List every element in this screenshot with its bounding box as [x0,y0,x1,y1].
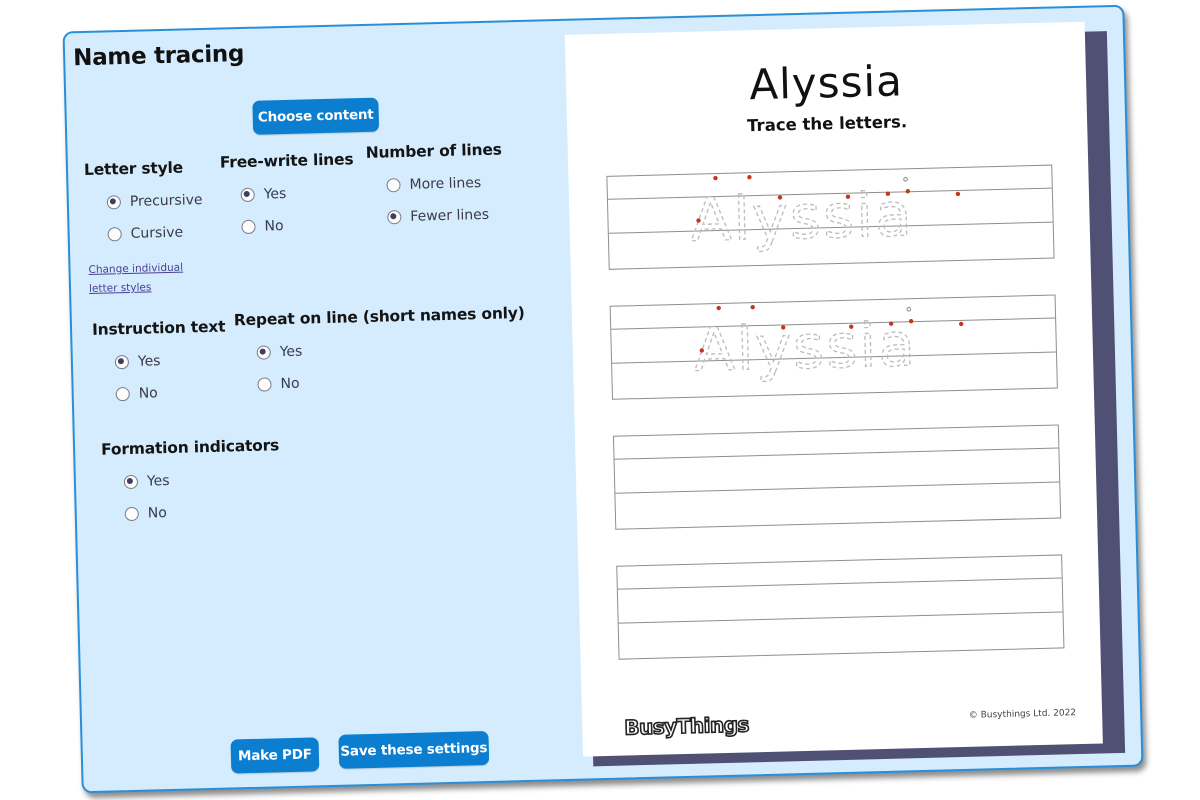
radio-checked-icon [123,474,139,490]
radio-unchecked-icon [115,386,130,402]
dotted-name-text: Alyssia [693,310,918,386]
handwriting-line-set [612,424,1062,530]
traced-name: Alyssia [692,304,964,386]
preview-name-heading: Alyssia [748,56,904,110]
formation-start-dot [959,321,964,327]
save-settings-button[interactable]: Save these settings [338,731,490,769]
radio-label: No [264,218,284,235]
more-lines-radio[interactable]: More lines [386,175,481,193]
repeat-on-line-label: Repeat on line (short names only) [233,303,525,330]
link-line-2: letter styles [88,281,152,295]
change-letter-styles-link[interactable]: Change individual letter styles [88,259,183,299]
radio-label: More lines [409,175,482,193]
repeat-yes-radio[interactable]: Yes [256,343,303,361]
handwriting-line-set [616,554,1065,660]
formation-indicators-label: Formation indicators [100,436,280,459]
letter-style-label: Letter style [83,158,184,180]
radio-checked-icon [387,210,402,225]
radio-label: Yes [146,472,170,490]
formation-yes-radio[interactable]: Yes [123,472,170,490]
guide-rule [618,611,1063,624]
radio-label: Yes [263,185,287,203]
radio-checked-icon [114,354,130,370]
fewer-lines-radio[interactable]: Fewer lines [387,207,489,226]
formation-start-dot [747,175,752,180]
name-tracing-window: Name tracing Choose content Letter style… [62,4,1144,794]
guide-rule [614,447,1059,460]
radio-label: Precursive [129,192,203,210]
busythings-logo: BusyThings [623,712,750,741]
formation-start-dot [955,191,961,197]
instruction-text-label: Instruction text [91,317,226,339]
radio-unchecked-icon [107,227,122,242]
preview-instruction: Trace the letters. [746,112,908,136]
handwriting-lines: Alyssia Alyssia [565,22,1085,660]
formation-start-dot [716,305,721,311]
handwriting-line-set: Alyssia [606,164,1055,270]
instruction-text-no-radio[interactable]: No [115,385,158,402]
choose-content-button[interactable]: Choose content [252,97,380,135]
guide-rule [615,481,1060,494]
make-pdf-button[interactable]: Make PDF [230,737,320,774]
radio-checked-icon [106,195,122,210]
radio-unchecked-icon [241,219,256,235]
worksheet-preview: Alyssia Trace the letters. Alyssia Alyssi… [564,21,1103,757]
traced-name: Alyssia [689,175,961,256]
settings-panel: Name tracing Choose content Letter style… [62,4,1144,794]
radio-label: No [147,505,167,522]
free-write-lines-label: Free-write lines [219,150,354,172]
radio-checked-icon [240,187,255,203]
guide-rule [617,577,1062,590]
formation-no-radio[interactable]: No [124,505,167,522]
dotted-name-text: Alyssia [690,180,915,256]
free-write-no-radio[interactable]: No [241,218,284,235]
radio-label: Fewer lines [410,206,490,225]
page-title: Name tracing [72,40,245,72]
formation-start-dot [750,304,755,310]
repeat-no-radio[interactable]: No [257,375,300,393]
radio-label: No [138,385,158,402]
number-of-lines-label: Number of lines [365,140,502,162]
radio-label: Cursive [130,224,184,242]
copyright-text: © Busythings Ltd. 2022 [968,708,1077,721]
radio-unchecked-icon [386,178,401,193]
formation-start-dot [713,175,718,181]
link-line-1: Change individual [88,261,184,276]
letter-style-precursive-radio[interactable]: Precursive [106,192,203,210]
instruction-text-yes-radio[interactable]: Yes [114,353,161,370]
radio-label: No [280,375,300,393]
free-write-yes-radio[interactable]: Yes [240,185,287,203]
radio-checked-icon [256,345,271,360]
radio-unchecked-icon [257,377,272,392]
letter-style-cursive-radio[interactable]: Cursive [107,225,183,243]
handwriting-line-set: Alyssia [609,294,1058,400]
radio-unchecked-icon [124,506,139,522]
radio-label: Yes [137,353,161,370]
radio-label: Yes [279,343,303,361]
